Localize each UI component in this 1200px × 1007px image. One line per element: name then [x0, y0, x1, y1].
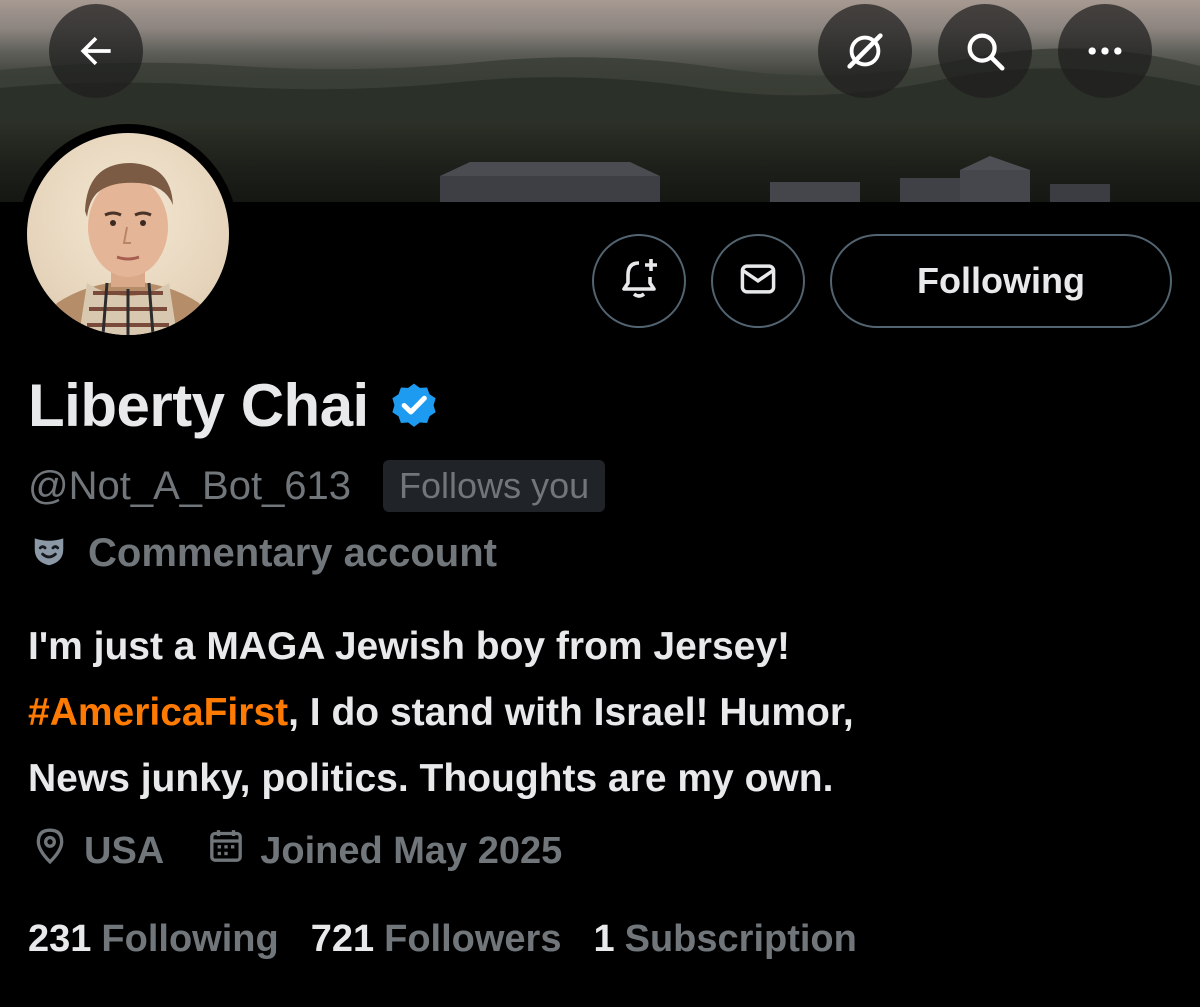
- following-button[interactable]: Following: [830, 234, 1172, 328]
- location-pin-icon: [30, 826, 70, 876]
- avatar[interactable]: [27, 133, 229, 335]
- back-button[interactable]: [49, 4, 143, 98]
- envelope-icon: [736, 257, 780, 306]
- notifications-button[interactable]: [592, 234, 686, 328]
- more-icon: [1083, 29, 1127, 73]
- follows-you-badge: Follows you: [383, 460, 606, 512]
- followers-count: 721: [310, 917, 375, 960]
- bio-line-2-text: , I do stand with Israel! Humor,: [288, 691, 854, 734]
- joined-text: Joined May 2025: [260, 829, 563, 872]
- grok-button[interactable]: [818, 4, 912, 98]
- bio-line-2: #AmericaFirst, I do stand with Israel! H…: [28, 680, 1178, 746]
- profile-bio: I'm just a MAGA Jewish boy from Jersey! …: [28, 614, 1178, 812]
- subscriptions-label: Subscription: [624, 917, 857, 960]
- followers-stat[interactable]: 721 Followers: [311, 918, 562, 961]
- bio-line-3: News junky, politics. Thoughts are my ow…: [28, 757, 834, 800]
- followers-label: Followers: [384, 917, 562, 960]
- handle-row: @Not_A_Bot_613 Follows you: [28, 458, 606, 514]
- subscriptions-count: 1: [593, 917, 615, 960]
- hashtag-link[interactable]: #AmericaFirst: [28, 691, 288, 734]
- following-stat[interactable]: 231 Following: [28, 918, 279, 961]
- more-button[interactable]: [1058, 4, 1152, 98]
- back-arrow-icon: [74, 29, 118, 73]
- following-count: 231: [28, 917, 92, 960]
- account-label-text: Commentary account: [88, 530, 497, 575]
- mask-icon: [30, 532, 68, 575]
- joined-item: Joined May 2025: [206, 826, 562, 876]
- name-row: Liberty Chai: [28, 370, 441, 440]
- profile-meta: USA Joined May 2025: [30, 824, 562, 878]
- grok-icon: [842, 28, 888, 74]
- location-item: USA: [30, 826, 164, 876]
- search-button[interactable]: [938, 4, 1032, 98]
- display-name: Liberty Chai: [28, 371, 369, 439]
- verified-badge-icon[interactable]: [387, 378, 441, 432]
- account-label-row[interactable]: Commentary account: [30, 526, 497, 580]
- message-button[interactable]: [711, 234, 805, 328]
- avatar-frame[interactable]: [18, 124, 238, 344]
- search-icon: [962, 28, 1008, 74]
- user-handle: @Not_A_Bot_613: [28, 463, 352, 508]
- profile-page: Following Liberty Chai @Not_A_Bot_613 Fo…: [0, 0, 1200, 1007]
- bio-line-1: I'm just a MAGA Jewish boy from Jersey!: [28, 625, 791, 668]
- subscriptions-stat[interactable]: 1 Subscription: [593, 918, 856, 961]
- calendar-icon: [206, 826, 246, 876]
- profile-stats: 231 Following 721 Followers 1 Subscripti…: [28, 912, 857, 966]
- location-text: USA: [84, 829, 165, 872]
- bell-plus-icon: [615, 255, 663, 308]
- avatar-portrait: [37, 163, 219, 335]
- following-label: Following: [101, 917, 279, 960]
